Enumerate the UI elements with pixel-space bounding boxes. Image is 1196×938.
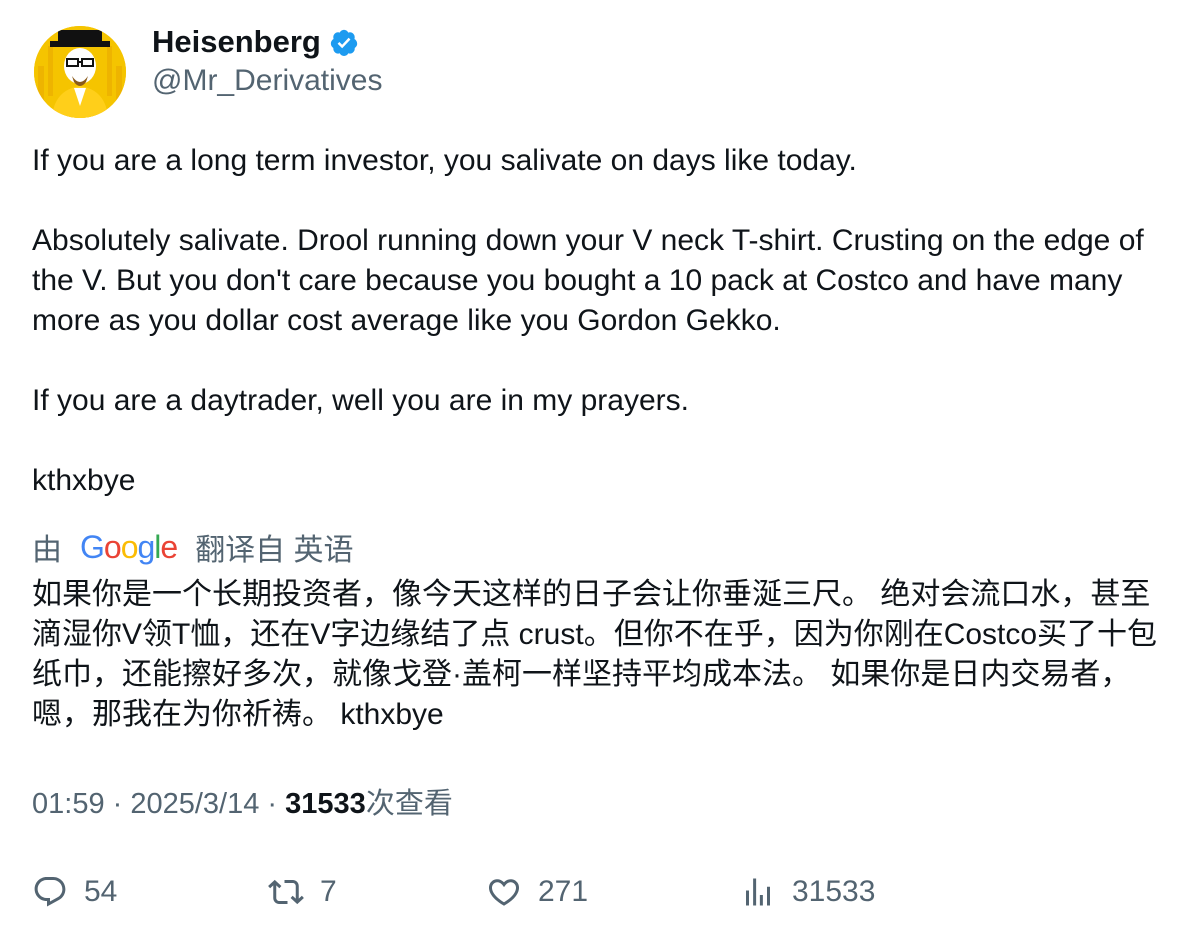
display-name-text: Heisenberg bbox=[152, 24, 321, 59]
translation-suffix[interactable]: 翻译自 英语 bbox=[195, 525, 353, 569]
reply-count: 54 bbox=[84, 875, 118, 908]
meta-separator: · bbox=[259, 788, 286, 820]
heart-icon bbox=[488, 879, 520, 906]
views-action-count: 31533 bbox=[792, 875, 876, 908]
avatar[interactable] bbox=[34, 26, 126, 118]
tweet-text: If you are a long term investor, you sal… bbox=[32, 141, 1172, 501]
like-button[interactable]: 271 bbox=[486, 868, 588, 916]
tweet-meta: 01:59 · 2025/3/14 · 31533次查看 bbox=[32, 784, 453, 824]
retweet-count: 7 bbox=[320, 875, 337, 908]
google-logo: Google bbox=[80, 528, 178, 565]
verified-badge-icon bbox=[330, 29, 358, 56]
views-count: 31533 bbox=[285, 788, 366, 820]
retweet-icon bbox=[268, 879, 304, 905]
translation-attribution: 由 Google 翻译自 英语 bbox=[32, 526, 354, 568]
heisenberg-avatar-icon bbox=[34, 26, 126, 118]
tweet-date[interactable]: 2025/3/14 bbox=[130, 788, 259, 820]
translated-text: 如果你是一个长期投资者，像今天这样的日子会让你垂涎三尺。 绝对会流口水，甚至滴湿… bbox=[32, 578, 1158, 731]
reply-icon bbox=[34, 877, 66, 907]
like-count: 271 bbox=[538, 875, 589, 908]
author-display-name[interactable]: Heisenberg bbox=[152, 22, 359, 62]
views-button[interactable]: 31533 bbox=[740, 868, 875, 916]
tweet-paragraph: kthxbye bbox=[32, 464, 136, 497]
views-label: 次查看 bbox=[365, 788, 453, 820]
action-bar: 54 7 271 31533 bbox=[32, 868, 1172, 916]
tweet-time[interactable]: 01:59 bbox=[32, 788, 105, 820]
meta-separator: · bbox=[104, 788, 131, 820]
translation-prefix: 由 bbox=[32, 534, 62, 567]
tweet-paragraph: If you are a daytrader, well you are in … bbox=[32, 384, 689, 417]
reply-button[interactable]: 54 bbox=[32, 868, 117, 916]
tweet-paragraph: Absolutely salivate. Drool running down … bbox=[32, 224, 1144, 337]
author-handle[interactable]: @Mr_Derivatives bbox=[152, 62, 383, 100]
retweet-button[interactable]: 7 bbox=[268, 868, 337, 916]
tweet-paragraph: If you are a long term investor, you sal… bbox=[32, 144, 857, 177]
analytics-icon bbox=[746, 878, 770, 906]
